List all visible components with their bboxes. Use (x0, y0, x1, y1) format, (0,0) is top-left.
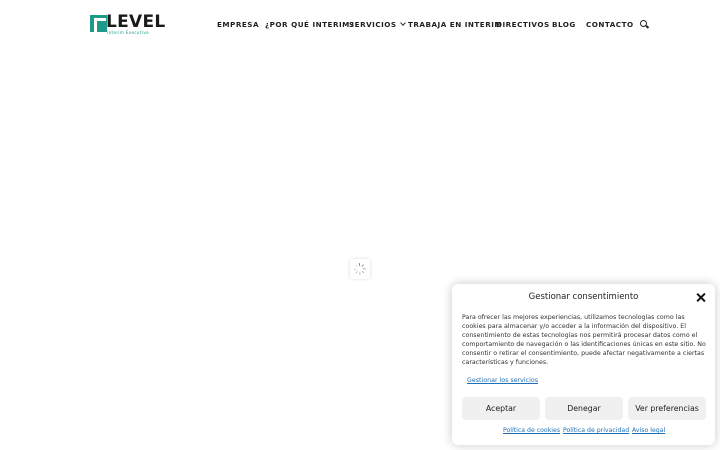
search-icon[interactable] (640, 20, 649, 29)
privacy-policy-link[interactable]: Política de privacidad (563, 427, 629, 434)
logo-tagline: Interim Executive (107, 30, 149, 35)
chevron-down-icon (399, 20, 406, 26)
manage-services-link[interactable]: Gestionar los servicios (467, 377, 538, 384)
site-header: LEVEL Interim Executive EMPRESA ¿POR QUÉ… (0, 0, 720, 50)
accept-button[interactable]: Aceptar (462, 397, 540, 420)
view-preferences-button[interactable]: Ver preferencias (628, 397, 706, 420)
logo[interactable]: LEVEL Interim Executive (90, 12, 165, 36)
logo-c-mark (90, 15, 107, 35)
nav-item-label: SERVICIOS (349, 20, 397, 29)
nav-item-trabaja-en-interim[interactable]: TRABAJA EN INTERIM (408, 20, 502, 30)
close-icon[interactable] (696, 293, 705, 302)
nav-item-blog[interactable]: BLOG (552, 20, 576, 30)
nav-item-servicios[interactable]: SERVICIOS (349, 20, 406, 30)
loading-spinner (350, 259, 370, 279)
nav-item-label: CONTACTO (586, 20, 634, 29)
nav-item-label: BLOG (552, 20, 576, 29)
nav-item-contacto[interactable]: CONTACTO (586, 20, 634, 30)
consent-title: Gestionar consentimiento (528, 292, 639, 302)
legal-notice-link[interactable]: Aviso legal (632, 427, 665, 434)
nav-item-label: EMPRESA (217, 20, 260, 29)
nav-item-label: ¿POR QUÉ INTERIM? (265, 20, 355, 29)
cookie-consent-dialog: Gestionar consentimiento Para ofrecer la… (452, 284, 715, 445)
nav-item-label: TRABAJA EN INTERIM (408, 20, 503, 29)
nav-item-por-que-interim[interactable]: ¿POR QUÉ INTERIM? (265, 20, 354, 30)
deny-button[interactable]: Denegar (545, 397, 623, 420)
logo-text: LEVEL (106, 12, 166, 32)
nav-item-directivos[interactable]: DIRECTIVOS (496, 20, 550, 30)
nav-item-empresa[interactable]: EMPRESA (217, 20, 259, 30)
nav-item-label: DIRECTIVOS (496, 20, 550, 29)
consent-body-text: Para ofrecer las mejores experiencias, u… (462, 314, 706, 366)
cookies-policy-link[interactable]: Política de cookies (503, 427, 560, 434)
